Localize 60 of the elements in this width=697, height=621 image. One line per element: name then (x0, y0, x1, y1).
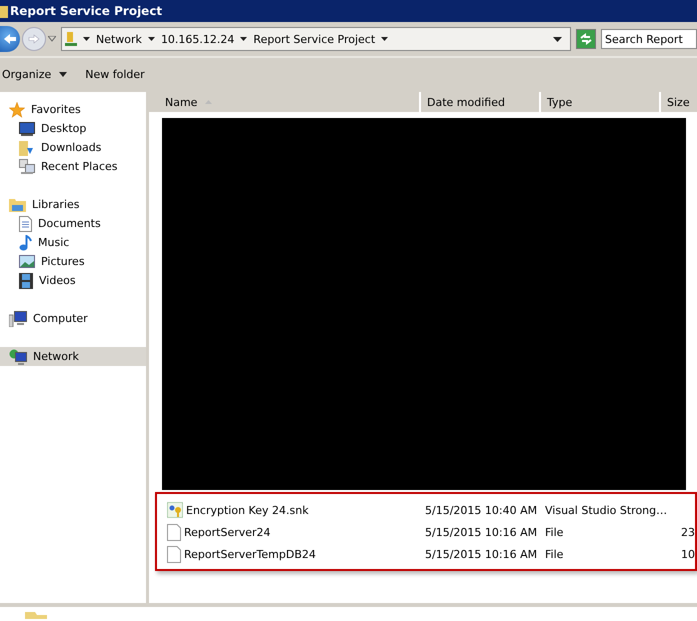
file-icon (167, 524, 181, 540)
address-bar[interactable]: Network 10.165.12.24 Report Service Project (61, 27, 571, 51)
sidebar-item[interactable]: Desktop (0, 119, 146, 138)
caret-icon[interactable] (148, 37, 155, 41)
window-title: Report Service Project (10, 4, 162, 18)
file-type: File (545, 526, 564, 538)
file-size: 23 (681, 526, 695, 538)
sidebar-item[interactable]: Documents (0, 214, 146, 233)
caret-icon[interactable] (83, 37, 90, 41)
sidebar-item[interactable]: Videos (0, 271, 146, 290)
film-strip-icon (19, 272, 33, 288)
breadcrumb[interactable]: 10.165.12.24 (160, 32, 234, 46)
sidebar-item[interactable]: Libraries (0, 195, 146, 214)
sidebar-item[interactable]: Favorites (0, 100, 146, 119)
library-folder-icon (9, 198, 26, 212)
key-file-icon (167, 502, 183, 518)
file-row[interactable]: ReportServerTempDB24 5/15/2015 10:16 AM File 10 (157, 543, 695, 565)
folder-download-icon (19, 140, 35, 156)
new-folder-button[interactable]: New folder (85, 68, 145, 80)
search-field[interactable]: Search Report (601, 29, 697, 49)
recent-places-icon (19, 158, 35, 174)
sidebar-item[interactable]: Music (0, 233, 146, 252)
caret-icon[interactable] (381, 37, 388, 41)
computer-icon (9, 310, 27, 326)
folder-icon (0, 3, 8, 19)
file-icon (167, 546, 181, 562)
forward-arrow-icon (28, 34, 40, 44)
pictures-icon (19, 255, 35, 268)
file-row[interactable]: Encryption Key 24.snk 5/15/2015 10:40 AM Visual Studio Strong… (157, 499, 695, 521)
file-name: ReportServer24 (184, 526, 271, 538)
sidebar-item[interactable]: Network (0, 347, 146, 366)
dropdown-icon[interactable] (553, 36, 562, 42)
network-icon (9, 348, 27, 364)
date-modified: 5/15/2015 10:16 AM (425, 548, 538, 560)
refresh-button[interactable] (576, 29, 596, 49)
organize-button[interactable]: Organize (2, 68, 68, 80)
breadcrumb[interactable]: Report Service Project (253, 32, 376, 46)
back-button[interactable] (0, 26, 20, 52)
music-note-icon (19, 234, 32, 250)
back-arrow-icon (3, 33, 17, 45)
document-icon (19, 216, 32, 232)
file-size: 10 (681, 548, 695, 560)
file-row[interactable]: ReportServer24 5/15/2015 10:16 AM File 23 (157, 521, 695, 543)
star-icon (9, 102, 25, 118)
date-modified: 5/15/2015 10:40 AM (425, 504, 538, 516)
folder-icon (25, 612, 47, 619)
file-type: File (545, 548, 564, 560)
sidebar-item[interactable]: Recent Places (0, 157, 146, 176)
desktop-icon (19, 122, 35, 136)
date-modified: 5/15/2015 10:16 AM (425, 526, 538, 538)
refresh-icon (579, 33, 593, 45)
file-name: ReportServerTempDB24 (184, 548, 316, 560)
caret-icon (59, 72, 68, 76)
caret-icon[interactable] (240, 37, 248, 41)
file-name: Encryption Key 24.snk (186, 504, 309, 516)
file-type: Visual Studio Strong… (545, 504, 668, 516)
sidebar-item[interactable]: Pictures (0, 252, 146, 271)
breadcrumb[interactable]: Network (96, 32, 142, 46)
sidebar-item[interactable]: Downloads (0, 138, 146, 157)
sidebar-item[interactable]: Computer (0, 309, 146, 328)
